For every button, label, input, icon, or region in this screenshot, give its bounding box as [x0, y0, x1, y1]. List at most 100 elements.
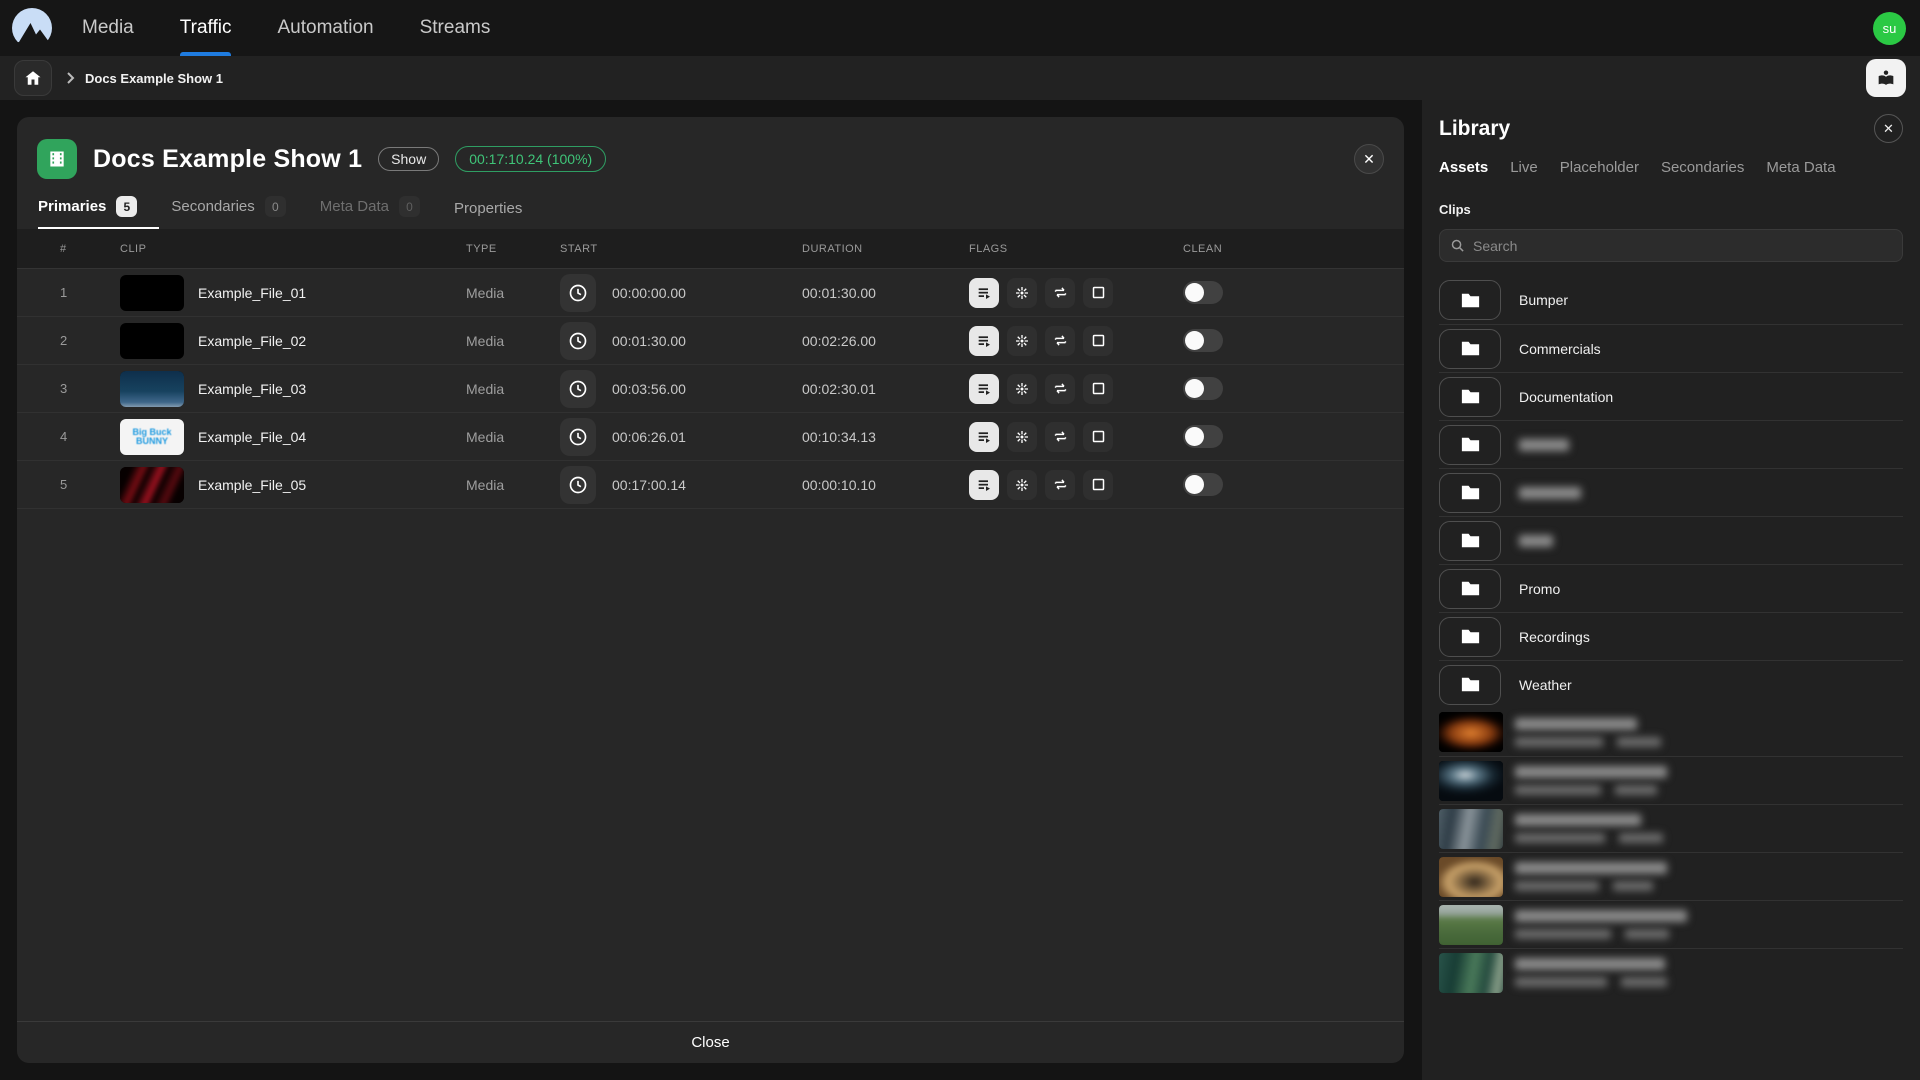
tab-properties[interactable]: Properties — [454, 200, 522, 229]
tab-count-badge: 0 — [265, 196, 286, 217]
playlist-play-flag-button[interactable] — [969, 326, 999, 356]
folder-row[interactable]: Promo — [1439, 564, 1903, 612]
folder-row[interactable] — [1439, 420, 1903, 468]
frame-flag-button[interactable] — [1083, 470, 1113, 500]
nav-item-media[interactable]: Media — [64, 0, 152, 56]
table-row[interactable]: 1 Example_File_01 Media 00:00:00.00 00:0… — [17, 269, 1404, 317]
folder-button[interactable] — [1439, 377, 1501, 417]
breadcrumb-current[interactable]: Docs Example Show 1 — [85, 71, 223, 86]
table-row[interactable]: 4 Big Buck BUNNY Example_File_04 Media 0… — [17, 413, 1404, 461]
library-tab-live[interactable]: Live — [1510, 159, 1538, 176]
start-time-button[interactable] — [560, 274, 596, 312]
library-toggle-button[interactable] — [1866, 59, 1906, 97]
playlist-play-flag-button[interactable] — [969, 278, 999, 308]
folder-button[interactable] — [1439, 569, 1501, 609]
modal-header: Docs Example Show 1 Show 00:17:10.24 (10… — [17, 117, 1404, 185]
folder-row[interactable]: Weather — [1439, 660, 1903, 708]
clips-section-label: Clips — [1439, 202, 1903, 217]
home-button[interactable] — [14, 60, 52, 96]
folder-row[interactable]: Recordings — [1439, 612, 1903, 660]
start-time-button[interactable] — [560, 322, 596, 360]
close-button[interactable]: Close — [691, 1034, 729, 1051]
snowflake-flag-button[interactable] — [1007, 326, 1037, 356]
folder-button[interactable] — [1439, 617, 1501, 657]
tab-meta-data[interactable]: Meta Data 0 — [320, 196, 420, 229]
app-logo[interactable] — [0, 0, 64, 56]
clip-name-redacted — [1515, 814, 1641, 826]
table-row[interactable]: 5 Example_File_05 Media 00:17:00.14 00:0… — [17, 461, 1404, 509]
clip-type: Media — [449, 429, 543, 445]
tab-secondaries[interactable]: Secondaries 0 — [171, 196, 285, 229]
frame-flag-button[interactable] — [1083, 326, 1113, 356]
folder-row[interactable]: Bumper — [1439, 276, 1903, 324]
frame-flag-button[interactable] — [1083, 374, 1113, 404]
repeat-flag-button[interactable] — [1045, 422, 1075, 452]
table-row[interactable]: 3 Example_File_03 Media 00:03:56.00 00:0… — [17, 365, 1404, 413]
breadcrumb-bar: Docs Example Show 1 — [0, 56, 1920, 100]
library-tab-meta-data[interactable]: Meta Data — [1766, 159, 1835, 176]
folder-button[interactable] — [1439, 473, 1501, 513]
repeat-flag-button[interactable] — [1045, 326, 1075, 356]
nav-item-traffic[interactable]: Traffic — [162, 0, 250, 56]
clip-duration-redacted — [1515, 785, 1601, 795]
folder-row[interactable] — [1439, 516, 1903, 564]
user-avatar[interactable]: su — [1873, 12, 1906, 45]
folder-button[interactable] — [1439, 521, 1501, 561]
folder-button[interactable] — [1439, 665, 1501, 705]
repeat-flag-button[interactable] — [1045, 374, 1075, 404]
snowflake-flag-button[interactable] — [1007, 374, 1037, 404]
repeat-flag-button[interactable] — [1045, 278, 1075, 308]
library-clip-item[interactable] — [1439, 708, 1903, 756]
clean-toggle[interactable] — [1183, 425, 1223, 448]
folder-label: Commercials — [1519, 341, 1601, 357]
library-clip-item[interactable] — [1439, 948, 1903, 996]
repeat-flag-button[interactable] — [1045, 470, 1075, 500]
duration: 00:01:30.00 — [785, 285, 952, 301]
folder-row[interactable]: Commercials — [1439, 324, 1903, 372]
table-row[interactable]: 2 Example_File_02 Media 00:01:30.00 00:0… — [17, 317, 1404, 365]
close-icon: ✕ — [1883, 121, 1894, 137]
snowflake-flag-button[interactable] — [1007, 278, 1037, 308]
folder-label: Documentation — [1519, 389, 1613, 405]
library-clip-item[interactable] — [1439, 900, 1903, 948]
search-input[interactable] — [1473, 238, 1892, 254]
tab-primaries[interactable]: Primaries 5 — [38, 196, 137, 229]
clip-name: Example_File_01 — [198, 285, 306, 301]
folder-icon — [1459, 289, 1482, 312]
nav-item-automation[interactable]: Automation — [259, 0, 391, 56]
library-search[interactable] — [1439, 229, 1903, 262]
folder-button[interactable] — [1439, 329, 1501, 369]
frame-flag-button[interactable] — [1083, 422, 1113, 452]
clean-toggle[interactable] — [1183, 377, 1223, 400]
snowflake-flag-button[interactable] — [1007, 422, 1037, 452]
library-tab-placeholder[interactable]: Placeholder — [1560, 159, 1639, 176]
nav-item-streams[interactable]: Streams — [402, 0, 509, 56]
start-time-button[interactable] — [560, 466, 596, 504]
library-clip-item[interactable] — [1439, 756, 1903, 804]
row-index: 3 — [43, 381, 103, 396]
folder-row[interactable]: Documentation — [1439, 372, 1903, 420]
frame-flag-button[interactable] — [1083, 278, 1113, 308]
folder-button[interactable] — [1439, 425, 1501, 465]
start-time-button[interactable] — [560, 370, 596, 408]
playlist-play-flag-button[interactable] — [969, 422, 999, 452]
library-clip-item[interactable] — [1439, 804, 1903, 852]
close-icon: ✕ — [1363, 151, 1375, 168]
clip-info-redacted — [1625, 929, 1669, 939]
start-time-button[interactable] — [560, 418, 596, 456]
folder-row[interactable] — [1439, 468, 1903, 516]
top-nav: Media Traffic Automation Streams su — [0, 0, 1920, 56]
clip-thumbnail: Big Buck BUNNY — [120, 419, 184, 455]
playlist-play-flag-button[interactable] — [969, 470, 999, 500]
library-close-button[interactable]: ✕ — [1874, 114, 1903, 143]
library-tab-secondaries[interactable]: Secondaries — [1661, 159, 1744, 176]
clean-toggle[interactable] — [1183, 281, 1223, 304]
library-clip-item[interactable] — [1439, 852, 1903, 900]
library-tab-assets[interactable]: Assets — [1439, 159, 1488, 176]
modal-close-button[interactable]: ✕ — [1354, 144, 1384, 174]
snowflake-flag-button[interactable] — [1007, 470, 1037, 500]
playlist-play-flag-button[interactable] — [969, 374, 999, 404]
clean-toggle[interactable] — [1183, 329, 1223, 352]
clean-toggle[interactable] — [1183, 473, 1223, 496]
folder-button[interactable] — [1439, 280, 1501, 320]
